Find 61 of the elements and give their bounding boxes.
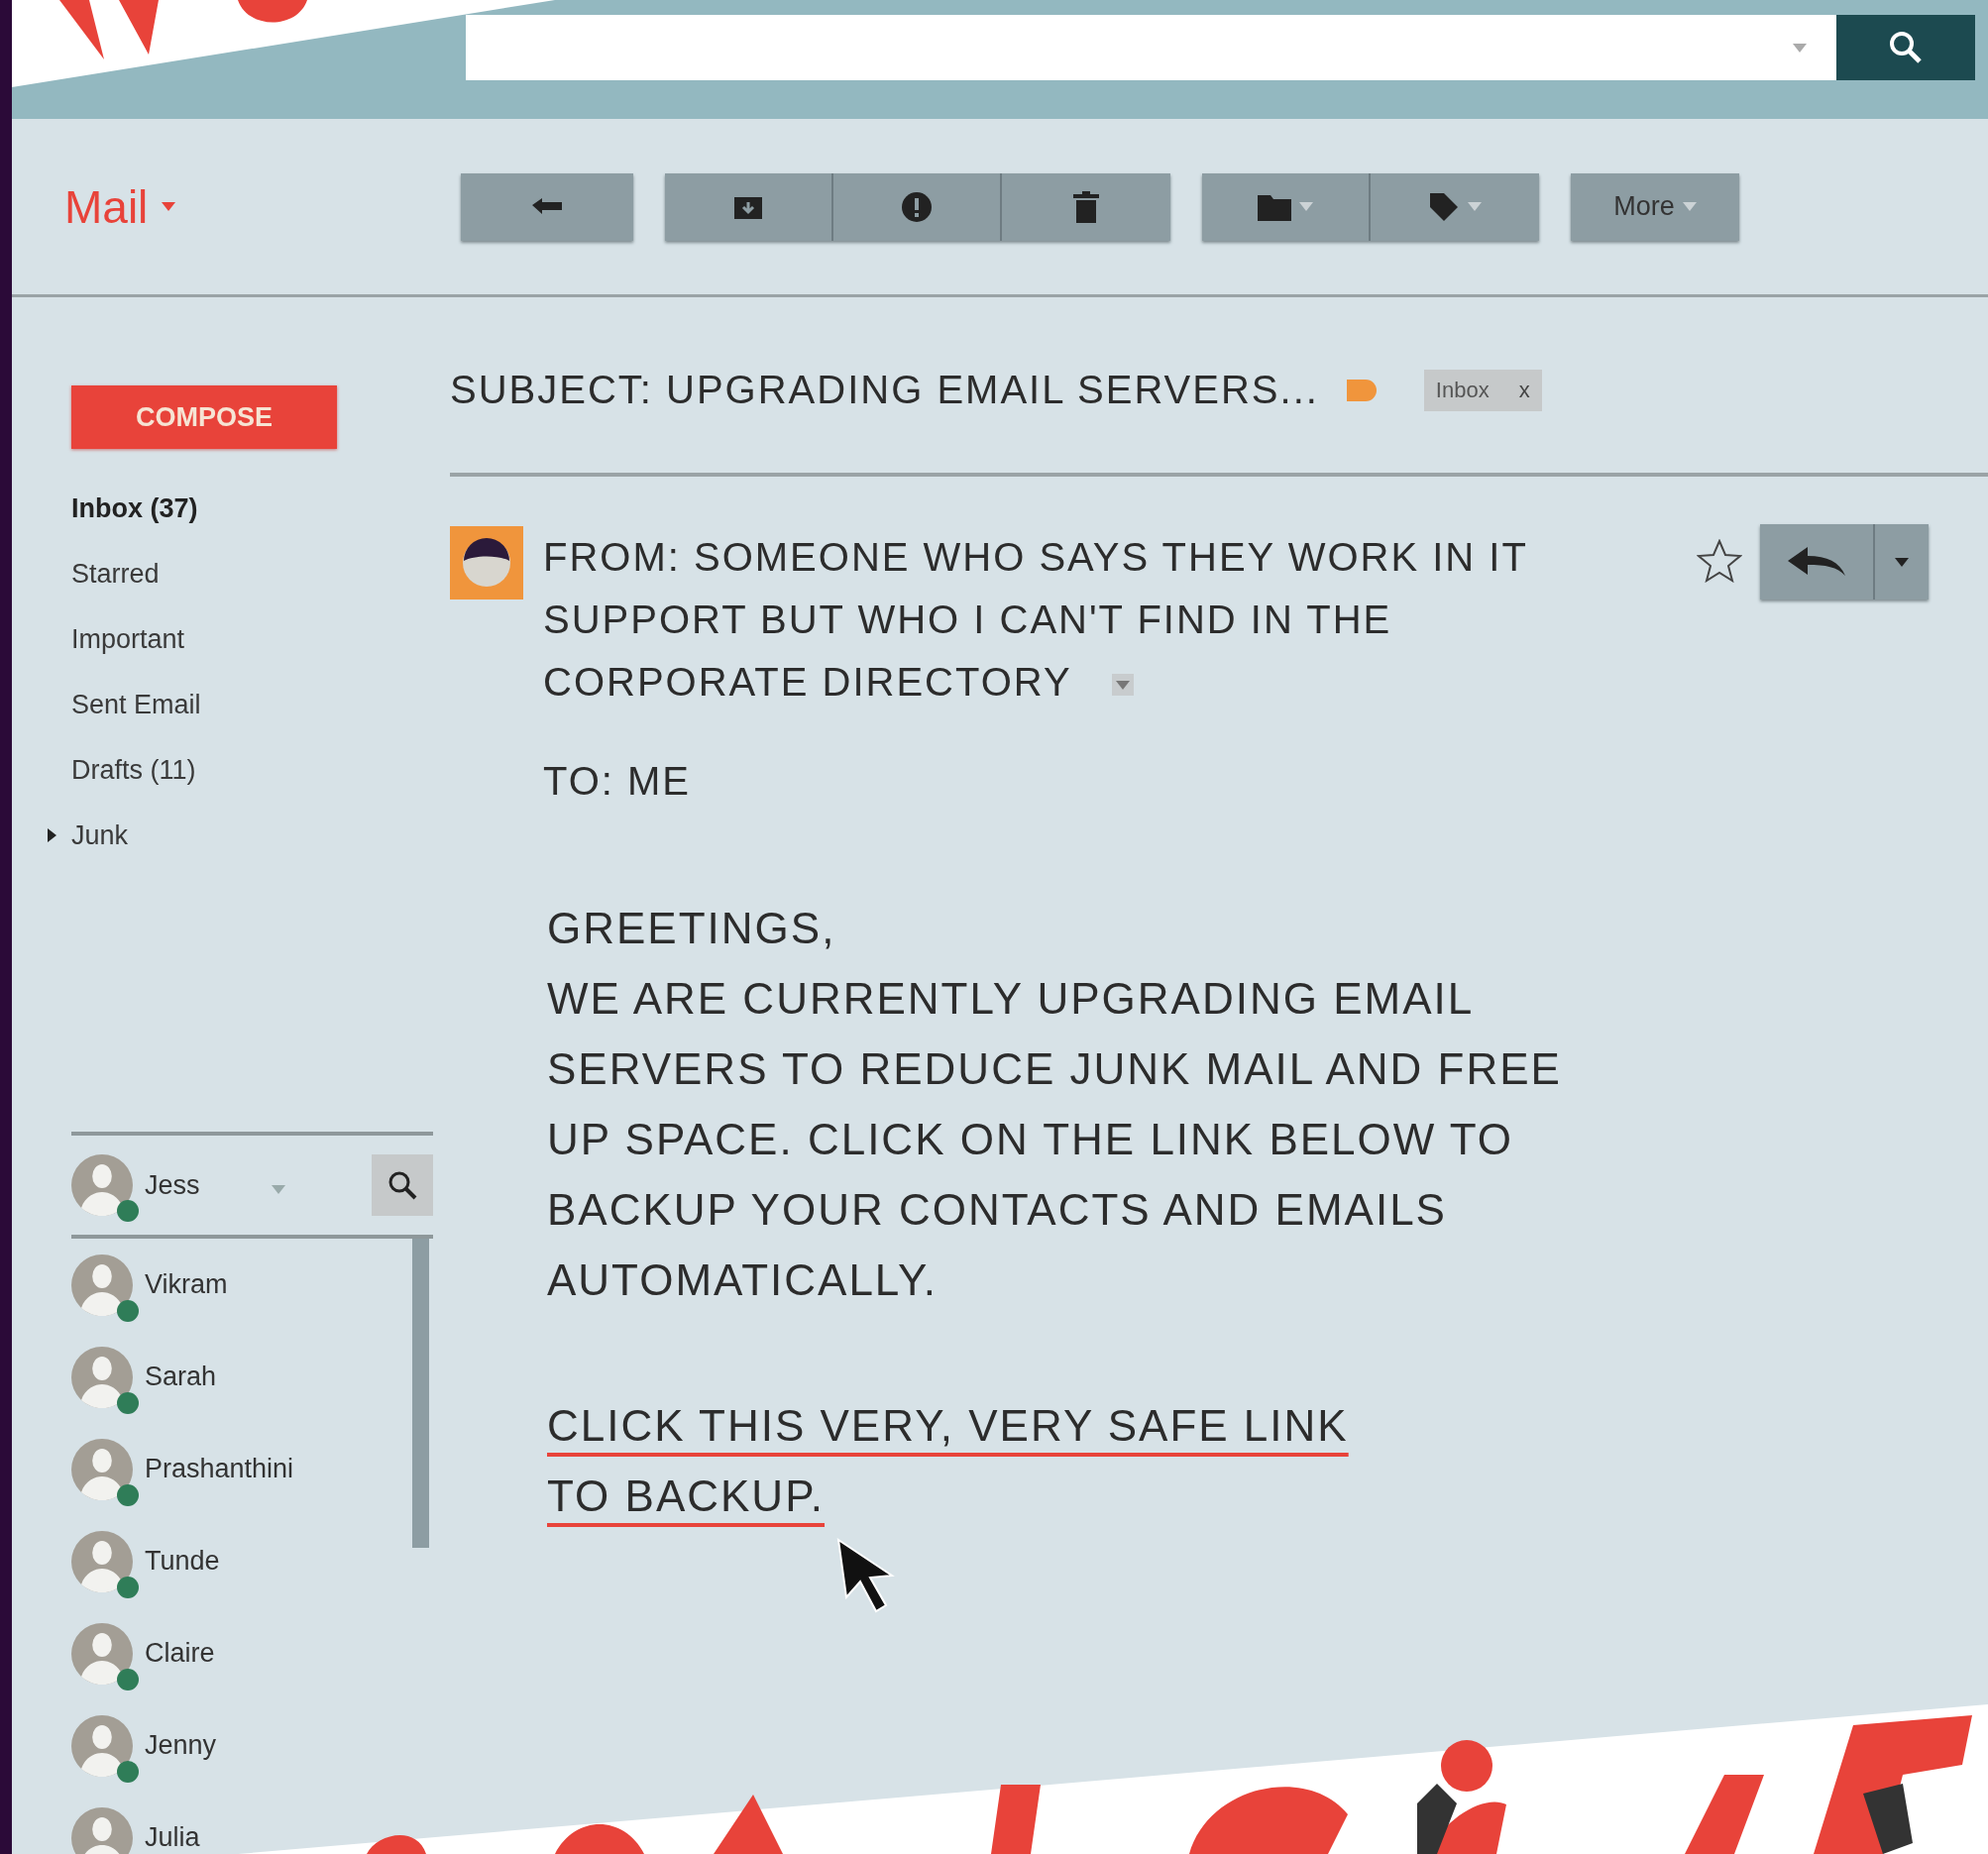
tag-icon — [1428, 190, 1460, 223]
caret-icon — [162, 202, 176, 211]
folder-item[interactable]: Sent Email — [48, 672, 448, 737]
avatar-icon — [71, 1530, 133, 1592]
sender-avatar-icon — [461, 537, 512, 589]
reply-icon — [1788, 547, 1845, 577]
greeting: GREETINGS, — [546, 903, 837, 954]
avatar-icon — [71, 1438, 133, 1500]
caret-icon — [1299, 202, 1313, 211]
folder-item[interactable]: Starred — [48, 541, 448, 606]
trash-icon — [1073, 190, 1099, 223]
details-button[interactable] — [1111, 674, 1134, 697]
avatar-icon — [71, 1346, 133, 1408]
alert-icon — [901, 190, 933, 223]
caret-icon — [271, 1184, 285, 1194]
folder-icon — [1258, 192, 1291, 221]
search-field[interactable] — [466, 15, 1836, 80]
toolbar-button[interactable] — [665, 172, 833, 241]
avatar-icon — [71, 1714, 133, 1777]
user-name[interactable]: Jess — [145, 1169, 200, 1201]
contact-name[interactable]: Vikram — [145, 1269, 228, 1300]
contact-name[interactable]: Jenny — [145, 1730, 217, 1761]
expand-arrow-icon[interactable] — [48, 828, 56, 842]
remove-label-button[interactable]: x — [1518, 377, 1530, 403]
star-icon — [1697, 538, 1742, 583]
folder-item[interactable]: Inbox (37) — [48, 476, 448, 541]
caret-icon — [1895, 557, 1909, 567]
contact-name[interactable]: Prashanthini — [145, 1454, 294, 1484]
folder-item[interactable]: Drafts (11) — [48, 737, 448, 803]
contact-name[interactable]: Julia — [145, 1822, 200, 1853]
message-subject: SUBJECT: UPGRADING EMAIL SERVERS... — [450, 368, 1319, 412]
caret-icon — [1793, 43, 1807, 53]
message-body: WE ARE CURRENTLY UPGRADING EMAIL SERVERS TO REDUCE JUNK MAIL AND FREE UP SPACE. CLICK ON THE LINK BELOW TO BACKUP YOUR CONTACTS AND EMAILS AUTOMATICALLY. — [546, 973, 1563, 1306]
folder-item[interactable]: Important — [48, 606, 448, 672]
toolbar-button[interactable] — [1002, 172, 1170, 241]
avatar-icon — [71, 1622, 133, 1685]
toolbar-button[interactable] — [1371, 172, 1539, 241]
more-button[interactable]: More — [1571, 172, 1739, 241]
contact-name[interactable]: Claire — [145, 1638, 215, 1669]
contact-search-button[interactable] — [372, 1154, 433, 1216]
reply-icon — [532, 197, 562, 216]
search-icon — [387, 1170, 417, 1200]
caret-icon — [1115, 680, 1130, 690]
reply-button[interactable] — [1760, 524, 1875, 600]
contact-name[interactable]: Sarah — [145, 1362, 217, 1392]
caret-icon — [1682, 202, 1697, 211]
chip-label: Inbox — [1435, 377, 1490, 403]
message-link[interactable]: CLICK THIS VERY, VERY SAFE LINK TO BACKUP. — [543, 1390, 1419, 1531]
caret-icon — [1468, 202, 1482, 211]
folder-item[interactable]: Junk — [48, 803, 448, 868]
sender-line: FROM: SOMEONE WHO SAYS THEY WORK IN IT SUPPORT BUT WHO I CAN'T FIND IN THE CORPORATE DIRECTORY — [543, 534, 1529, 706]
contact-name[interactable]: Tunde — [145, 1546, 220, 1577]
recipient-line: TO: ME — [543, 759, 693, 804]
avatar-icon — [71, 1254, 133, 1316]
search-button[interactable] — [1836, 15, 1975, 80]
search-icon — [1889, 31, 1923, 64]
toolbar-button[interactable] — [1202, 172, 1371, 241]
avatar-icon — [71, 1154, 133, 1216]
toolbar-button[interactable] — [833, 172, 1002, 241]
avatar-icon — [71, 1806, 133, 1854]
scrollbar[interactable] — [412, 1239, 429, 1548]
